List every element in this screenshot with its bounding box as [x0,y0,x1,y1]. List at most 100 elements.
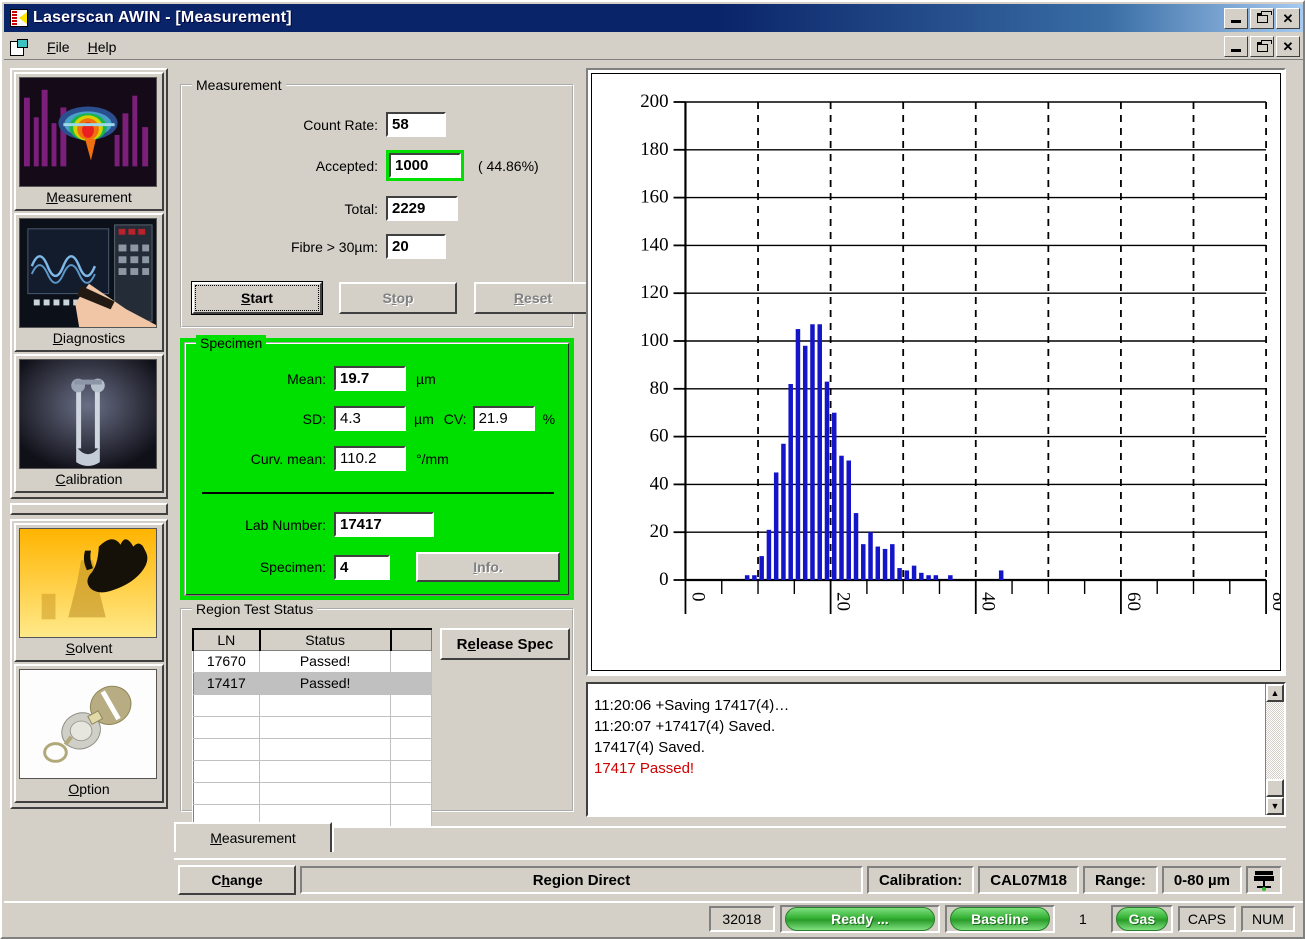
cell-extra [391,672,432,694]
menu-file[interactable]: File [38,37,79,57]
sidebar-group-main: Measurement [10,68,168,499]
status-ready: Ready ... [780,905,940,933]
sidebar-item-calibration[interactable]: Calibration [14,354,164,493]
mdi-close-icon[interactable]: ✕ [1276,36,1300,57]
sidebar-item-option[interactable]: Option [14,664,164,803]
specimen-group-legend: Specimen [196,335,266,351]
title-bar: Laserscan AWIN - [Measurement] ✕ [4,4,1303,32]
status-baseline: Baseline [945,905,1055,933]
sidebar-item-measurement[interactable]: Measurement [14,72,164,211]
svg-text:80: 80 [650,378,669,399]
specimen-panel: Specimen Mean: 19.7 µm SD: 4.3 µm CV: 21… [180,338,574,600]
measurement-group: Measurement Count Rate: 58 Accepted: 100… [180,84,574,328]
change-button[interactable]: Change [178,865,296,895]
total-field[interactable]: 2229 [386,196,458,221]
log-line-error: 17417 Passed! [594,758,1259,779]
total-label: Total: [198,201,378,217]
fibre-label: Fibre > 30µm: [198,239,378,255]
cell-extra [391,650,432,672]
tuning-fork-thumb [19,359,157,469]
table-row-empty[interactable] [193,716,432,738]
histogram-panel: 020406080100120140160180200020406080 [586,68,1286,676]
log-text[interactable]: 17417(4) Measured. 11:20:06 +Saving 1741… [588,684,1265,815]
svg-text:200: 200 [640,91,668,112]
mdi-restore-button[interactable] [1250,36,1274,57]
fibre-diameter-histogram: 020406080100120140160180200020406080 [592,74,1280,670]
table-row-empty[interactable] [193,782,432,804]
table-row-empty[interactable] [193,738,432,760]
log-scrollbar[interactable]: ▲ ▼ [1265,684,1284,815]
specimen-number-field[interactable]: 4 [334,555,390,580]
stop-pre: S [382,290,391,306]
column-header-status: Status [260,629,391,650]
reset-button[interactable]: Reset [474,282,592,314]
table-row[interactable]: 17670 Passed! [193,650,432,672]
menu-bar: File Help ✕ [4,34,1303,60]
sidebar-item-solvent[interactable]: Solvent [14,523,164,662]
region-test-status-group: Region Test Status LN Status 17670 Passe… [180,608,574,812]
cv-label: CV: [444,411,467,427]
svg-text:160: 160 [640,187,668,208]
scrollbar-track[interactable] [1266,702,1284,779]
log-panel: 17417(4) Measured. 11:20:06 +Saving 1741… [586,682,1286,817]
stop-button[interactable]: Stop [339,282,457,314]
cell-status: Passed! [260,650,391,672]
svg-text:60: 60 [1123,592,1144,611]
table-row[interactable]: 17417 Passed! [193,672,432,694]
release-spec-button[interactable]: Release Spec [440,628,570,660]
sd-field[interactable]: 4.3 [334,406,406,431]
mean-label: Mean: [200,371,326,387]
window-controls: ✕ [1224,8,1300,29]
count-rate-field[interactable]: 58 [386,112,446,137]
bottom-bar: Change Region Direct Calibration: CAL07M… [174,858,1286,900]
menu-help[interactable]: Help [79,37,126,57]
column-header-extra [391,629,432,650]
curv-mean-field[interactable]: 110.2 [334,446,406,471]
scrollbar-thumb[interactable] [1266,779,1284,797]
printer-icon[interactable] [1246,866,1282,894]
mean-field[interactable]: 19.7 [334,366,406,391]
column-header-ln: LN [193,629,260,650]
tab-measurement[interactable]: Measurement [174,822,332,852]
minimize-button[interactable] [1224,8,1248,29]
restore-button[interactable] [1250,8,1274,29]
specimen-divider [202,492,554,494]
document-icon[interactable] [10,39,28,55]
sidebar-item-label-measurement: Measurement [19,187,159,208]
tab-strip: Measurement [174,822,1286,854]
cv-unit: % [543,411,555,427]
close-icon[interactable]: ✕ [1276,8,1300,29]
svg-text:40: 40 [978,592,999,611]
svg-text:60: 60 [650,426,669,447]
scroll-down-icon[interactable]: ▼ [1266,797,1284,815]
compass-thumb [19,669,157,779]
sidebar-item-diagnostics[interactable]: Diagnostics [14,213,164,352]
sidebar-divider [10,503,168,515]
sidebar-group-secondary: Solvent Option [10,519,168,809]
sd-unit: µm [414,411,434,427]
cell-ln: 17417 [193,672,260,694]
scroll-up-icon[interactable]: ▲ [1266,684,1284,702]
accepted-percent: ( 44.86%) [478,158,539,174]
gas-pill: Gas [1116,907,1168,931]
accepted-field[interactable]: 1000 [389,153,461,178]
baseline-pill: Baseline [950,907,1050,931]
mdi-minimize-button[interactable] [1224,36,1248,57]
sd-label: SD: [200,411,326,427]
table-header-row: LN Status [193,629,432,650]
mean-unit: µm [416,371,436,387]
table-row-empty[interactable] [193,760,432,782]
cell-status: Passed! [260,672,391,694]
thermal-spectrum-thumb [19,77,157,187]
release-label: lease Spec [476,636,554,653]
table-row-empty[interactable] [193,694,432,716]
sidebar-item-label-solvent: Solvent [19,638,159,659]
start-button[interactable]: Start [192,282,322,314]
info-button[interactable]: Info. [416,552,560,582]
specimen-group: Specimen Mean: 19.7 µm SD: 4.3 µm CV: 21… [184,342,570,596]
change-label: ange [230,872,263,888]
cv-field[interactable]: 21.9 [473,406,535,431]
fibre-field[interactable]: 20 [386,234,446,259]
lab-number-field[interactable]: 17417 [334,512,434,537]
range-label: Range: [1083,866,1158,894]
